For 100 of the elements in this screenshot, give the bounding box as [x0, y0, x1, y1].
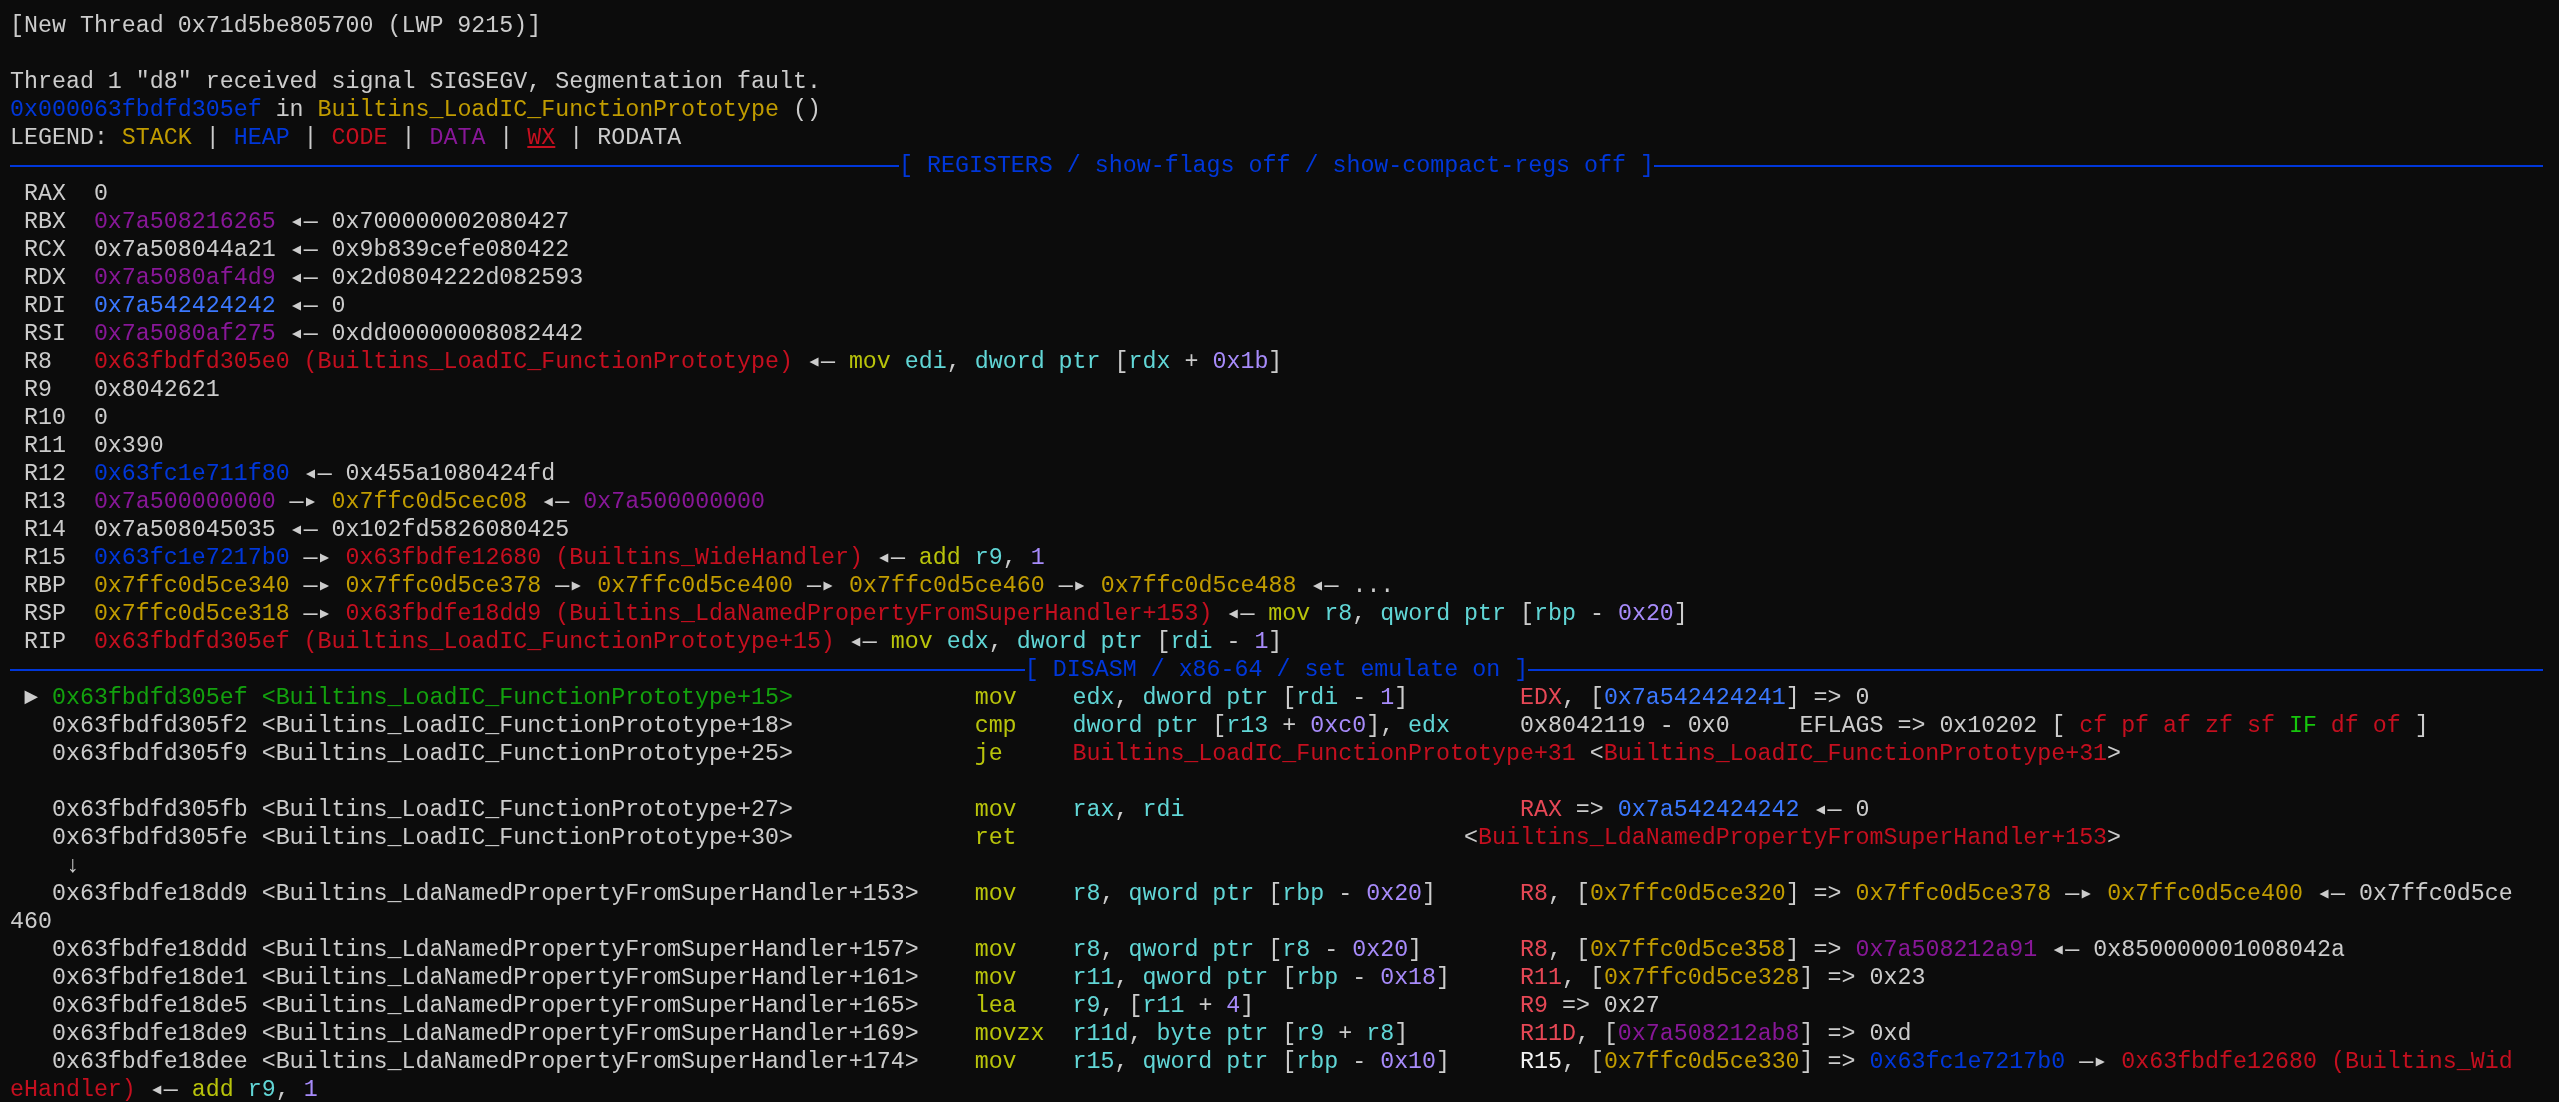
terminal-text: 1: [1030, 545, 1045, 571]
terminal-text: ◂—: [847, 629, 878, 655]
terminal-text: ]: [1436, 1049, 1452, 1075]
terminal-text: ,: [1352, 601, 1368, 627]
terminal-text: , [: [1547, 937, 1590, 963]
terminal-text: +: [1281, 713, 1298, 739]
terminal-text: R9: [1519, 993, 1548, 1019]
terminal-text: ◂— ...: [1309, 573, 1395, 599]
terminal-text: R11 0x390: [22, 433, 164, 459]
terminal-text: RAX: [1519, 797, 1562, 823]
terminal-text: 0x7ffc0d5ce318: [93, 601, 290, 627]
terminal-text: r9: [1296, 1021, 1325, 1047]
terminal-text: 0x63fbdfd305ef (Builtins_LoadIC_FunctionPrototype+15): [93, 629, 835, 655]
terminal-text: 1: [303, 1077, 318, 1102]
terminal-text: -: [1351, 1049, 1368, 1075]
terminal-text: |: [204, 125, 221, 151]
terminal-text: RBP: [22, 573, 67, 599]
terminal-text: RSI: [22, 321, 67, 347]
terminal-text: 4: [1226, 993, 1241, 1019]
terminal-text: R8: [1519, 881, 1548, 907]
terminal-text: mov: [974, 797, 1018, 823]
terminal-text: mov: [974, 965, 1018, 991]
terminal-text: RSP: [22, 601, 67, 627]
terminal-text: qword ptr: [1128, 937, 1256, 963]
terminal-text: STACK: [121, 125, 192, 151]
terminal-text: -: [1351, 965, 1368, 991]
terminal-text: ,: [1100, 937, 1116, 963]
terminal-text: <: [1589, 741, 1604, 767]
terminal-text: ]: [1408, 937, 1424, 963]
terminal-text: -: [1323, 937, 1340, 963]
terminal-text: 0x63fbdfe12680 (Builtins_WideHandler): [345, 545, 863, 571]
terminal-text: ,: [1128, 1021, 1144, 1047]
terminal-text: 0x7ffc0d5cec08: [331, 489, 528, 515]
terminal-text: ◂— 0: [288, 293, 346, 319]
terminal-text: R12: [22, 461, 67, 487]
terminal-text: qword ptr: [1142, 965, 1270, 991]
terminal-text: edi: [904, 349, 947, 375]
terminal-text: RDI: [22, 293, 67, 319]
terminal-text: r9: [974, 545, 1003, 571]
terminal-text: byte ptr: [1156, 1021, 1270, 1047]
terminal-text: -: [1225, 629, 1242, 655]
terminal-text: —▸: [302, 573, 333, 599]
terminal-text: ◂— 0xdd00000008082442: [288, 321, 584, 347]
terminal-text: 0x63fbdfe12680 (Builtins_Wid: [2121, 1049, 2513, 1075]
terminal-text: [: [1212, 713, 1227, 739]
terminal-text: -: [1588, 601, 1605, 627]
terminal-text: edx: [946, 629, 989, 655]
terminal-text: 0x63fbdfe18de1 <Builtins_LdaNamedPropertyFromSuperHandler+161>: [50, 965, 920, 991]
terminal-text: 0x7a542424241: [1603, 685, 1786, 711]
terminal-text: ] => 0x23: [1799, 965, 1926, 991]
terminal-text: , [: [1561, 1049, 1604, 1075]
terminal-text: je: [974, 741, 1004, 767]
terminal-text: 0x8042119 - 0x0 EFLAGS => 0x10202 [: [1518, 713, 2067, 739]
terminal-text: RODATA: [597, 125, 682, 151]
terminal-text: [: [1114, 349, 1129, 375]
terminal-text: 0x63fbdfe18ddd <Builtins_LdaNamedPropertyFromSuperHandler+157>: [50, 937, 920, 963]
terminal-text: rdx: [1128, 349, 1171, 375]
terminal-text: lea: [974, 993, 1018, 1019]
terminal-text: |: [400, 125, 417, 151]
terminal-text: 1: [1380, 685, 1395, 711]
terminal-text: ◂— 0x455a1080424fd: [302, 461, 556, 487]
terminal-text: Builtins_LoadIC_FunctionPrototype: [317, 97, 779, 123]
terminal-text: ►: [22, 685, 39, 711]
terminal-text: dword ptr: [974, 349, 1102, 375]
terminal-text: 0x7a5080af4d9: [93, 265, 276, 291]
terminal-text: [: [1282, 1021, 1297, 1047]
terminal-text: ◂— 0x7ffc0d5ce: [2315, 881, 2513, 907]
terminal-text: qword ptr: [1142, 1049, 1270, 1075]
terminal-text: r11: [1142, 993, 1185, 1019]
terminal-text: 0x63fbdfe18dee <Builtins_LdaNamedPropertyFromSuperHandler+174>: [50, 1049, 920, 1075]
terminal-text: ]: [1436, 965, 1452, 991]
terminal-text: |: [302, 125, 319, 151]
terminal-text: +: [1183, 349, 1200, 375]
terminal-text: -: [1337, 881, 1354, 907]
terminal-text: 0x7ffc0d5ce340: [93, 573, 290, 599]
terminal-text: r8: [1366, 1021, 1395, 1047]
terminal-text: , [: [1561, 685, 1604, 711]
terminal-text: ] =>: [1799, 1049, 1857, 1075]
terminal-text: 0x20: [1352, 937, 1409, 963]
terminal-text: RCX 0x7a508044a21 ◂— 0x9b839cefe080422: [22, 237, 570, 263]
terminal-text: 0xc0: [1310, 713, 1367, 739]
terminal-text: [: [1282, 965, 1297, 991]
terminal-text: mov: [848, 349, 892, 375]
terminal-text: +: [1197, 993, 1214, 1019]
terminal-text: 0x7ffc0d5ce488: [1100, 573, 1297, 599]
terminal-text: ,: [275, 1077, 291, 1102]
terminal-text: ◂—: [1225, 601, 1256, 627]
terminal-text: R10 0: [22, 405, 108, 431]
terminal-text: 0x18: [1380, 965, 1437, 991]
terminal-text: ]: [1673, 601, 1688, 627]
terminal-text: ↓: [64, 853, 80, 879]
terminal-text: 0x63fbdfe18de9 <Builtins_LdaNamedPropertyFromSuperHandler+169>: [50, 1021, 920, 1047]
terminal-text: —▸: [554, 573, 585, 599]
terminal-text: +: [1337, 1021, 1354, 1047]
terminal-text: ],: [1366, 713, 1396, 739]
terminal-text: 0x63fbdfd305ef <Builtins_LoadIC_FunctionPrototype+15>: [51, 685, 794, 711]
terminal-text: [New Thread 0x71d5be805700 (LWP 9215)]: [10, 13, 542, 39]
terminal-text: Thread 1 "d8" received signal SIGSEGV, Segmentation fault.: [10, 69, 821, 95]
terminal-text: [: [1520, 601, 1534, 627]
terminal-text: 0x7ffc0d5ce320: [1589, 881, 1786, 907]
